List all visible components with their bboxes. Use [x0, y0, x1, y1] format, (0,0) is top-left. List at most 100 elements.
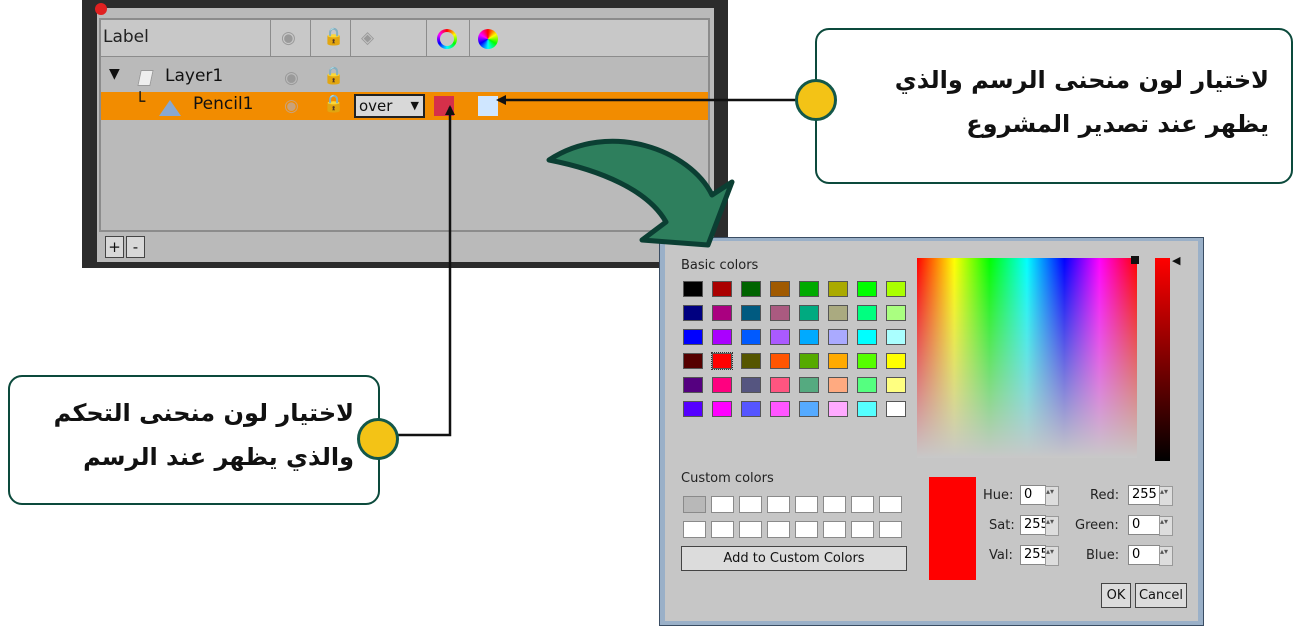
basic-color-swatch[interactable] — [712, 305, 732, 321]
basic-color-swatch[interactable] — [683, 401, 703, 417]
basic-color-swatch[interactable] — [886, 353, 906, 369]
basic-color-swatch[interactable] — [857, 401, 877, 417]
eye-icon[interactable]: ◉ — [284, 70, 299, 87]
basic-color-swatch[interactable] — [799, 305, 819, 321]
custom-color-swatch[interactable] — [683, 496, 706, 513]
basic-color-swatch[interactable] — [886, 377, 906, 393]
color-dialog-body: Basic colors Custom colors Add to Custom… — [665, 241, 1198, 621]
custom-color-swatch[interactable] — [739, 521, 762, 538]
slider-arrow-icon[interactable]: ◀ — [1172, 254, 1180, 267]
pencil-row[interactable]: └ Pencil1 ◉ 🔒 over ▼ — [101, 92, 708, 120]
basic-color-swatch[interactable] — [886, 281, 906, 297]
basic-color-swatch[interactable] — [799, 401, 819, 417]
layer-panel-body: Label ◉ 🔒 ◈ ▼ Layer1 ◉ 🔒 └ Pencil1 ◉ 🔒 o… — [97, 8, 714, 262]
basic-color-swatch[interactable] — [712, 401, 732, 417]
basic-color-swatch[interactable] — [828, 401, 848, 417]
basic-color-swatch[interactable] — [828, 305, 848, 321]
basic-color-swatch[interactable] — [770, 281, 790, 297]
basic-color-swatch[interactable] — [741, 281, 761, 297]
custom-color-swatch[interactable] — [851, 521, 874, 538]
ok-button[interactable]: OK — [1101, 583, 1131, 608]
hue-saturation-picker[interactable] — [917, 256, 1139, 458]
custom-color-swatch[interactable] — [683, 521, 706, 538]
basic-color-swatch[interactable] — [828, 377, 848, 393]
layer-panel: Label ◉ 🔒 ◈ ▼ Layer1 ◉ 🔒 └ Pencil1 ◉ 🔒 o… — [82, 0, 728, 268]
custom-color-swatch[interactable] — [851, 496, 874, 513]
basic-color-swatch[interactable] — [828, 329, 848, 345]
cancel-button[interactable]: Cancel — [1135, 583, 1187, 608]
basic-color-swatch[interactable] — [741, 329, 761, 345]
basic-color-swatch[interactable] — [712, 281, 732, 297]
basic-color-swatch[interactable] — [886, 401, 906, 417]
layer-name[interactable]: Layer1 — [165, 66, 223, 86]
basic-color-swatch[interactable] — [799, 329, 819, 345]
custom-color-swatch[interactable] — [767, 496, 790, 513]
basic-color-swatch[interactable] — [683, 305, 703, 321]
add-layer-button[interactable]: + — [105, 236, 124, 258]
basic-color-swatch[interactable] — [828, 353, 848, 369]
green-input[interactable]: 0 — [1128, 515, 1173, 536]
control-color-swatch[interactable] — [434, 96, 454, 116]
eye-icon[interactable]: ◉ — [284, 98, 299, 115]
basic-color-swatch[interactable] — [857, 329, 877, 345]
blue-input[interactable]: 0 — [1128, 545, 1173, 566]
expand-arrow-icon[interactable]: ▼ — [109, 66, 120, 82]
red-input[interactable]: 255 — [1128, 485, 1173, 506]
basic-color-swatch[interactable] — [683, 377, 703, 393]
custom-color-swatch[interactable] — [823, 521, 846, 538]
basic-color-swatch[interactable] — [828, 281, 848, 297]
basic-color-swatch[interactable] — [857, 281, 877, 297]
custom-color-swatch[interactable] — [739, 496, 762, 513]
basic-color-swatch[interactable] — [712, 329, 732, 345]
basic-color-swatch[interactable] — [770, 329, 790, 345]
basic-color-swatch[interactable] — [712, 377, 732, 393]
column-header-onion-skin[interactable]: ◈ — [351, 20, 427, 57]
basic-color-swatch[interactable] — [799, 281, 819, 297]
basic-color-swatch[interactable] — [711, 352, 733, 370]
lock-icon[interactable]: 🔒 — [323, 96, 344, 113]
basic-color-swatch[interactable] — [857, 353, 877, 369]
basic-color-swatch[interactable] — [799, 377, 819, 393]
basic-color-swatch[interactable] — [770, 401, 790, 417]
basic-color-swatch[interactable] — [857, 377, 877, 393]
basic-color-swatch[interactable] — [683, 329, 703, 345]
custom-color-swatch[interactable] — [795, 496, 818, 513]
sat-input[interactable]: 255 — [1020, 515, 1059, 536]
custom-color-swatch[interactable] — [879, 496, 902, 513]
basic-color-swatch[interactable] — [741, 305, 761, 321]
custom-color-swatch[interactable] — [711, 496, 734, 513]
column-header-control-color[interactable] — [427, 20, 470, 57]
basic-color-swatch[interactable] — [741, 353, 761, 369]
basic-color-swatch[interactable] — [683, 353, 703, 369]
basic-color-swatch[interactable] — [741, 401, 761, 417]
basic-color-swatch[interactable] — [886, 305, 906, 321]
blend-mode-select[interactable]: over ▼ — [354, 94, 425, 118]
custom-color-swatch[interactable] — [711, 521, 734, 538]
basic-color-swatch[interactable] — [770, 353, 790, 369]
render-color-swatch[interactable] — [478, 96, 498, 116]
basic-color-swatch[interactable] — [799, 353, 819, 369]
value-slider[interactable] — [1155, 258, 1170, 461]
custom-color-swatch[interactable] — [767, 521, 790, 538]
pencil-name[interactable]: Pencil1 — [193, 94, 254, 114]
red-label: Red: — [1090, 488, 1120, 503]
column-header-render-color[interactable] — [470, 20, 708, 57]
hue-input[interactable]: 0 — [1020, 485, 1059, 506]
column-header-label[interactable]: Label — [101, 20, 271, 57]
remove-layer-button[interactable]: - — [126, 236, 145, 258]
val-input[interactable]: 255 — [1020, 545, 1059, 566]
column-header-visibility[interactable]: ◉ — [271, 20, 311, 57]
custom-color-swatch[interactable] — [795, 521, 818, 538]
basic-color-swatch[interactable] — [886, 329, 906, 345]
basic-color-swatch[interactable] — [741, 377, 761, 393]
lock-icon[interactable]: 🔒 — [323, 68, 344, 85]
custom-color-swatch[interactable] — [879, 521, 902, 538]
basic-color-swatch[interactable] — [770, 377, 790, 393]
basic-color-swatch[interactable] — [770, 305, 790, 321]
column-header-lock[interactable]: 🔒 — [311, 20, 351, 57]
custom-color-swatch[interactable] — [823, 496, 846, 513]
add-custom-colors-button[interactable]: Add to Custom Colors — [681, 546, 907, 571]
basic-color-swatch[interactable] — [857, 305, 877, 321]
basic-color-swatch[interactable] — [683, 281, 703, 297]
layer-row[interactable]: ▼ Layer1 ◉ 🔒 — [101, 64, 708, 92]
